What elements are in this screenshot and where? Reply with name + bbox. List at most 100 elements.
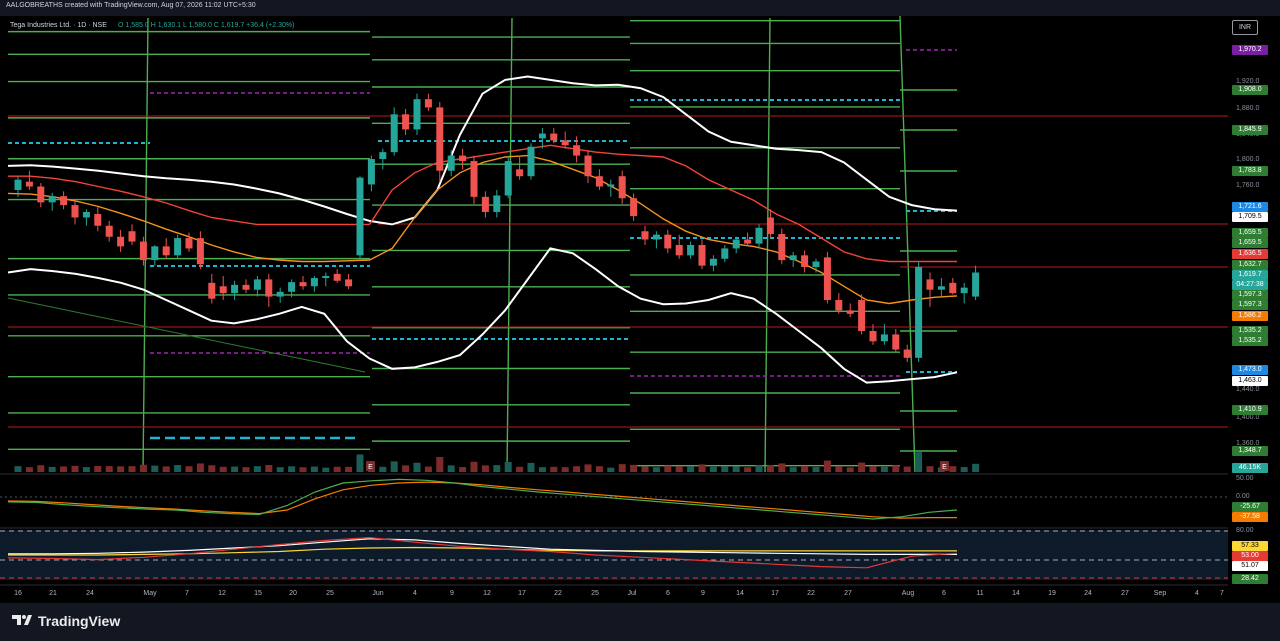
candle-body [402, 114, 410, 130]
price-badge: 28.42 [1232, 574, 1268, 584]
volume-bar [687, 466, 695, 472]
candle-body [630, 198, 638, 217]
macd-line [7, 481, 957, 519]
time-tick-label: 20 [289, 590, 297, 597]
candle-body [481, 196, 489, 212]
volume-bar [185, 466, 193, 472]
candle-body [880, 334, 888, 342]
price-badge: 1,348.7 [1232, 446, 1268, 456]
volume-bar [561, 467, 569, 472]
price-badge: 1,659.5 [1232, 238, 1268, 248]
volume-bar [345, 466, 353, 472]
time-tick-label: 6 [666, 590, 670, 597]
volume-bar [641, 466, 649, 472]
candle-body [25, 181, 33, 187]
time-tick-label: 9 [450, 590, 454, 597]
volume-bar [447, 465, 455, 472]
candle-body [253, 279, 261, 290]
time-tick-label: 14 [1012, 590, 1020, 597]
candle-body [516, 169, 524, 177]
volume-bar [459, 467, 467, 472]
price-badge: 1,636.5 [1232, 249, 1268, 259]
price-badge: 57.33 [1232, 541, 1268, 551]
price-chart[interactable]: EE [0, 0, 1228, 603]
price-badge: 1,783.8 [1232, 166, 1268, 176]
price-badge: 1,535.2 [1232, 326, 1268, 336]
volume-bar [584, 464, 592, 472]
candle-body [345, 279, 353, 287]
volume-bar [470, 461, 478, 472]
candle-body [823, 257, 831, 301]
volume-bar [128, 466, 136, 472]
candle-body [356, 177, 364, 256]
candle-body [436, 107, 444, 171]
candle-body [265, 279, 273, 297]
volume-bar [253, 466, 261, 472]
candle-body [493, 195, 501, 212]
time-tick-label: 25 [591, 590, 599, 597]
time-tick-label: 4 [1195, 590, 1199, 597]
price-badge: 46.15K [1232, 463, 1268, 473]
candle-body [949, 282, 957, 294]
time-tick-label: 4 [413, 590, 417, 597]
time-tick-label: 12 [218, 590, 226, 597]
time-tick-label: May [143, 590, 157, 597]
volume-bar [413, 462, 421, 472]
volume-bar [333, 466, 341, 472]
volume-bar [527, 462, 535, 472]
earnings-marker-label: E [942, 464, 947, 471]
volume-bar [846, 467, 854, 472]
volume-bar [402, 465, 410, 472]
volume-bar [664, 465, 672, 472]
candle-body [94, 214, 102, 226]
volume-bar [219, 466, 227, 472]
candle-body [698, 245, 706, 266]
price-badge: 1,597.3 [1232, 300, 1268, 310]
candle-body [892, 334, 900, 350]
volume-bar [208, 465, 216, 472]
volume-bar [630, 464, 638, 472]
volume-bar [858, 462, 866, 472]
candle-body [60, 196, 68, 206]
volume-bar [744, 467, 752, 472]
candle-body [641, 231, 649, 240]
candle-body [801, 255, 809, 268]
volume-bar [151, 465, 159, 472]
candle-body [721, 248, 729, 259]
time-tick-label: 12 [483, 590, 491, 597]
time-tick-label: Sep [1153, 590, 1167, 597]
volume-bar [436, 456, 444, 472]
time-tick-label: 17 [518, 590, 526, 597]
time-tick-label: 27 [844, 590, 852, 597]
candle-body [390, 114, 398, 153]
volume-bar [310, 466, 318, 472]
volume-bar [231, 466, 239, 472]
volume-bar [196, 463, 204, 472]
volume-bar [174, 465, 182, 472]
volume-bar [60, 466, 68, 472]
candle-body [139, 241, 147, 261]
time-tick-label: 22 [807, 590, 815, 597]
currency-button[interactable]: INR [1232, 20, 1258, 35]
price-tick-label: 50.00 [1236, 475, 1254, 482]
candle-body [333, 273, 341, 281]
volume-bar [550, 466, 558, 472]
price-badge: -25.67 [1232, 502, 1268, 512]
candle-body [926, 279, 934, 290]
candle-body [379, 152, 387, 160]
volume-bar [960, 467, 968, 472]
candle-body [242, 284, 250, 290]
volume-bar [481, 465, 489, 472]
candle-body [527, 146, 535, 177]
volume-bar [105, 466, 113, 472]
price-badge: 1,709.5 [1232, 212, 1268, 222]
time-tick-label: 16 [14, 590, 22, 597]
volume-bar [14, 466, 22, 472]
time-tick-label: 19 [1048, 590, 1056, 597]
candle-body [766, 217, 774, 234]
candle-body [151, 246, 159, 261]
time-tick-label: 21 [49, 590, 57, 597]
candle-body [14, 179, 22, 190]
channel-boundary [899, 15, 916, 473]
candle-body [128, 231, 136, 242]
